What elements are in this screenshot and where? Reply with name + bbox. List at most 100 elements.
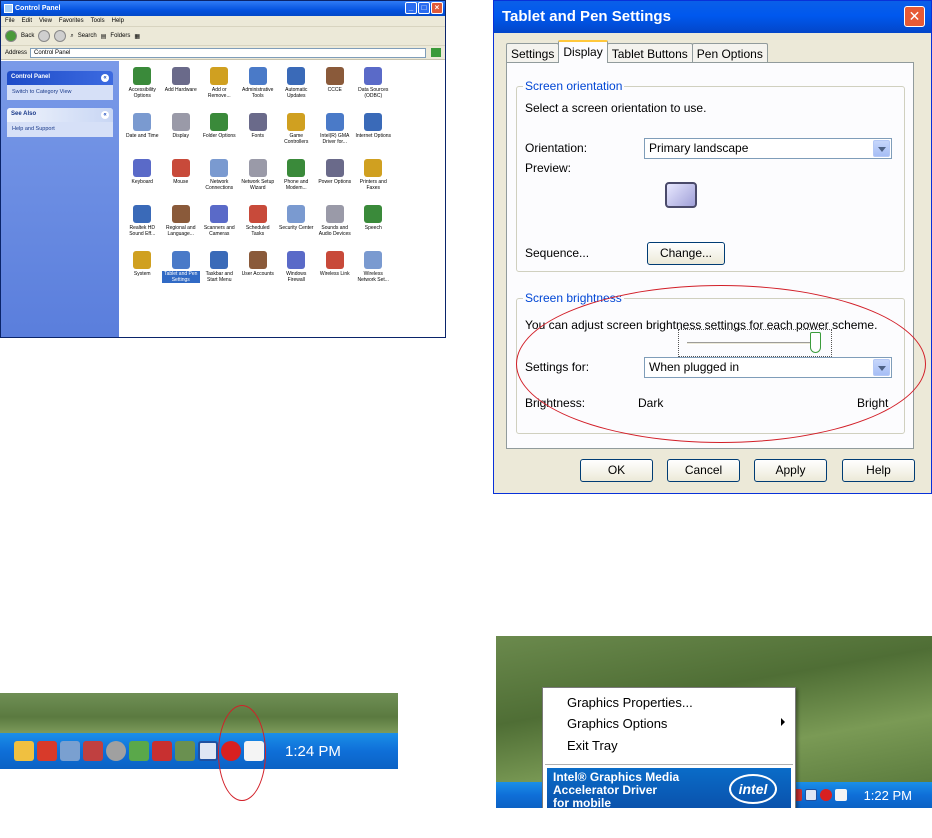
intel-graphics-tray-icon[interactable] <box>804 789 817 801</box>
folders-button[interactable]: Folders <box>110 33 130 39</box>
control-panel-item[interactable]: Wireless Link <box>316 251 355 297</box>
applet-icon <box>171 113 190 131</box>
tablet-tray-icon[interactable] <box>244 741 264 761</box>
control-panel-item[interactable]: Power Options <box>316 159 355 205</box>
control-panel-item[interactable]: Phone and Modem... <box>277 159 316 205</box>
see-also-header[interactable]: See Also « <box>7 108 113 122</box>
control-panel-item[interactable]: Sounds and Audio Devices <box>316 205 355 251</box>
change-button[interactable]: Change... <box>647 242 725 265</box>
cancel-button[interactable]: Cancel <box>667 459 740 482</box>
back-label[interactable]: Back <box>21 33 34 39</box>
views-icon[interactable]: ▦ <box>134 33 140 40</box>
help-button[interactable]: Help <box>842 459 915 482</box>
control-panel-item[interactable]: Intel(R) GMA Driver for... <box>316 113 355 159</box>
control-panel-item[interactable]: Network Setup Wizard <box>239 159 278 205</box>
control-panel-item[interactable]: Regional and Language... <box>162 205 201 251</box>
slider-thumb[interactable] <box>810 332 821 353</box>
control-panel-item[interactable]: Mouse <box>162 159 201 205</box>
tab-tablet-buttons[interactable]: Tablet Buttons <box>606 43 693 63</box>
network-status-icon[interactable] <box>175 741 195 761</box>
dialog-titlebar[interactable]: Tablet and Pen Settings ✕ <box>494 1 931 33</box>
control-panel-item[interactable]: Tablet and Pen Settings <box>161 251 200 297</box>
search-button[interactable]: Search <box>78 33 97 39</box>
applet-label: Tablet and Pen Settings <box>161 271 200 283</box>
control-panel-item[interactable]: Scanners and Cameras <box>200 205 239 251</box>
sun-tray-icon[interactable] <box>14 741 34 761</box>
switch-category-view-link[interactable]: Switch to Category View <box>7 85 113 100</box>
control-panel-item[interactable]: Security Center <box>277 205 316 251</box>
security-shield-icon[interactable] <box>819 789 832 801</box>
control-panel-item[interactable]: CCCE <box>316 67 355 113</box>
control-panel-item[interactable]: Administrative Tools <box>239 67 278 113</box>
control-panel-item[interactable]: Folder Options <box>200 113 239 159</box>
back-icon[interactable] <box>5 30 17 42</box>
network-disconnected-icon[interactable] <box>83 741 103 761</box>
forward-icon[interactable] <box>38 30 51 42</box>
menu-exit-tray[interactable]: Exit Tray <box>567 738 618 753</box>
control-panel-item[interactable]: Date and Time <box>123 113 162 159</box>
disc-icon[interactable] <box>106 741 126 761</box>
apply-button[interactable]: Apply <box>754 459 827 482</box>
control-panel-item[interactable]: User Accounts <box>239 251 278 297</box>
volume-icon[interactable] <box>37 741 57 761</box>
control-panel-item[interactable]: Taskbar and Start Menu <box>200 251 239 297</box>
address-field[interactable]: Control Panel <box>30 47 426 58</box>
maximize-button[interactable]: □ <box>418 2 430 14</box>
tablet-tray-icon[interactable] <box>834 789 847 801</box>
control-panel-item[interactable]: Realtek HD Sound Eff... <box>123 205 162 251</box>
control-panel-item[interactable]: Printers and Faxes <box>354 159 393 205</box>
tab-display[interactable]: Display <box>558 40 608 63</box>
control-panel-item[interactable]: Display <box>162 113 201 159</box>
control-panel-item[interactable]: Internet Options <box>354 113 393 159</box>
menu-favorites[interactable]: Favorites <box>59 16 84 26</box>
menu-graphics-properties[interactable]: Graphics Properties... <box>567 695 693 710</box>
up-folder-icon[interactable] <box>54 30 67 42</box>
menu-view[interactable]: View <box>39 16 52 26</box>
taskbar-clock[interactable]: 1:24 PM <box>285 743 341 760</box>
menu-tools[interactable]: Tools <box>91 16 105 26</box>
control-panel-icon <box>4 4 13 13</box>
close-button[interactable]: ✕ <box>904 6 925 27</box>
control-panel-item[interactable]: Add or Remove... <box>200 67 239 113</box>
power-scheme-dropdown[interactable]: When plugged in <box>644 357 892 378</box>
control-panel-item[interactable]: Data Sources (ODBC) <box>354 67 393 113</box>
taskbar-clock[interactable]: 1:22 PM <box>864 788 912 803</box>
tab-settings[interactable]: Settings <box>506 43 560 63</box>
orientation-dropdown[interactable]: Primary landscape <box>644 138 892 159</box>
ok-button[interactable]: OK <box>580 459 653 482</box>
control-panel-item[interactable]: Wireless Network Set... <box>354 251 393 297</box>
menu-help[interactable]: Help <box>112 16 124 26</box>
intel-graphics-tray-icon[interactable] <box>198 741 218 761</box>
menu-file[interactable]: File <box>5 16 15 26</box>
control-panel-item[interactable]: Network Connections <box>200 159 239 205</box>
control-panel-item[interactable]: System <box>123 251 162 297</box>
menu-graphics-options[interactable]: Graphics Options <box>567 716 667 731</box>
help-support-link[interactable]: Help and Support <box>7 122 113 137</box>
control-panel-titlebar[interactable]: Control Panel _ □ × <box>1 1 445 16</box>
security-shield-icon[interactable] <box>221 741 241 761</box>
wireless-off-icon[interactable] <box>152 741 172 761</box>
control-panel-item[interactable]: Automatic Updates <box>277 67 316 113</box>
control-panel-item[interactable]: Fonts <box>239 113 278 159</box>
menu-edit[interactable]: Edit <box>22 16 32 26</box>
control-panel-item[interactable]: Accessibility Options <box>123 67 162 113</box>
minimize-button[interactable]: _ <box>405 2 417 14</box>
control-panel-item[interactable]: Speech <box>354 205 393 251</box>
tab-pen-options[interactable]: Pen Options <box>691 43 768 63</box>
brightness-slider[interactable] <box>678 329 832 357</box>
close-button[interactable]: × <box>431 2 443 14</box>
go-button[interactable] <box>431 48 441 57</box>
control-panel-item[interactable]: Game Controllers <box>277 113 316 159</box>
network-icon[interactable] <box>60 741 80 761</box>
graphics-context-menu: Graphics Properties... Graphics Options … <box>542 687 796 808</box>
control-panel-item[interactable]: Keyboard <box>123 159 162 205</box>
control-panel-item[interactable]: Scheduled Tasks <box>239 205 278 251</box>
collapse-icon[interactable]: « <box>101 111 109 119</box>
update-icon[interactable] <box>129 741 149 761</box>
control-panel-item[interactable]: Windows Firewall <box>277 251 316 297</box>
collapse-icon[interactable]: « <box>101 74 109 82</box>
chevron-down-icon[interactable] <box>873 140 890 157</box>
chevron-down-icon[interactable] <box>873 359 890 376</box>
control-panel-item[interactable]: Add Hardware <box>162 67 201 113</box>
control-panel-box-header[interactable]: Control Panel « <box>7 71 113 85</box>
